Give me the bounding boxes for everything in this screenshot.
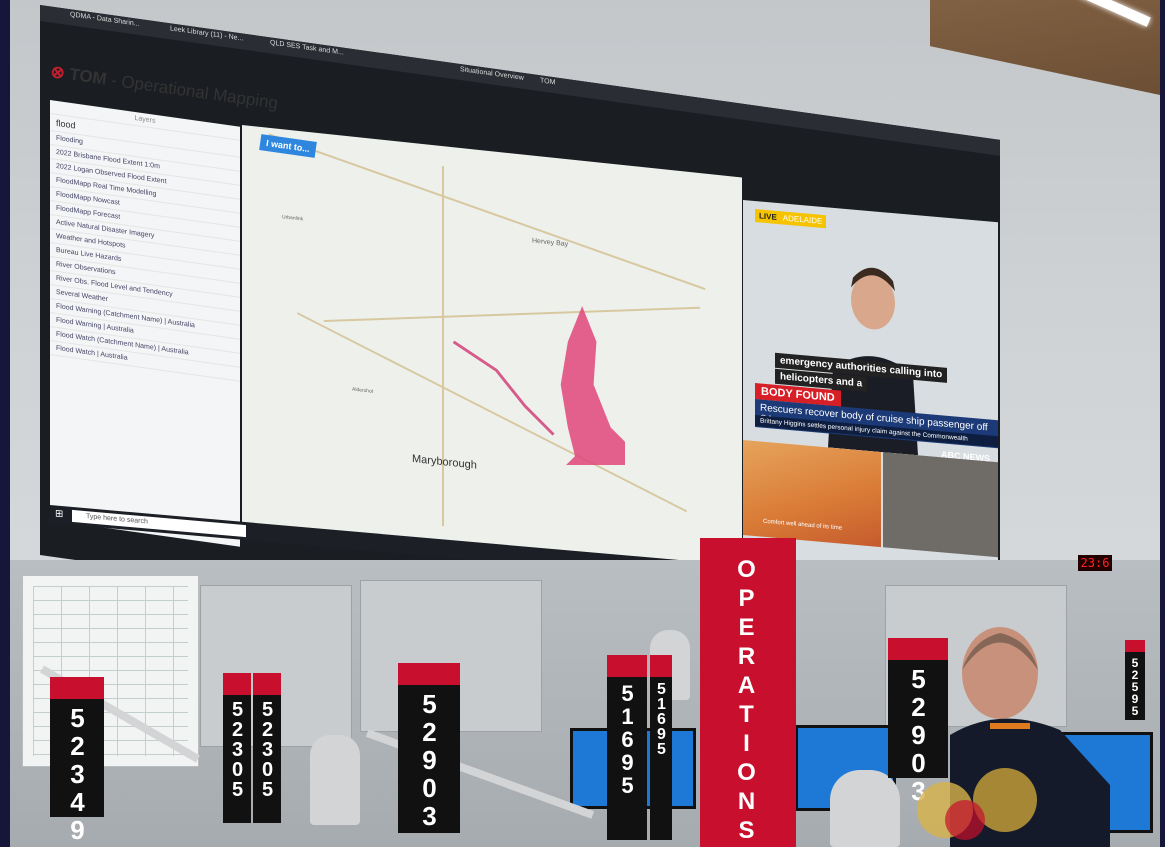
location-label: ADELAIDE xyxy=(782,213,823,226)
live-badge: LIVE ADELAIDE xyxy=(755,209,827,229)
map-label-urbanlink: Urbanlink xyxy=(282,214,304,223)
advertisement-panel: Comfort well ahead of its time xyxy=(743,440,881,548)
desk-sign: 52595 xyxy=(1125,640,1145,720)
desk-sign: 51695 xyxy=(650,655,672,840)
photo: Hervey Bay Maryborough Aldershot Urbanli… xyxy=(10,0,1160,847)
tom-logo-icon: ⊗ xyxy=(49,62,67,83)
app-title-prefix: TOM xyxy=(68,64,108,89)
desk-lamp xyxy=(830,770,900,847)
desk-sign-number: 51695 xyxy=(615,681,640,796)
browser-tab[interactable]: TOM xyxy=(540,77,555,86)
advertisement-image xyxy=(883,452,998,558)
desk-sign: 52903 xyxy=(888,638,948,804)
layers-panel: Layers flood Flooding 2022 Brisbane Floo… xyxy=(50,100,240,547)
operations-sign: OPERATIONS xyxy=(700,538,796,847)
live-label: LIVE xyxy=(759,211,777,222)
desk-sign: 52903 xyxy=(398,663,460,833)
windows-start-icon[interactable]: ⊞ xyxy=(55,508,63,520)
desk-sign: 52305 xyxy=(253,673,281,823)
operations-sign-text: OPERATIONS xyxy=(733,556,760,846)
desk-sign-number: 52595 xyxy=(1128,656,1142,716)
digital-clock: 23:6 xyxy=(1078,555,1112,571)
desk-sign: 51695 xyxy=(607,655,647,840)
ad-text: Comfort well ahead of its time xyxy=(763,518,843,532)
desk-sign-number: 52349 xyxy=(62,703,93,843)
desk-sign: 52349 xyxy=(50,677,104,843)
map-label-aldershot: Aldershot xyxy=(352,386,374,395)
desk-lamp xyxy=(310,735,360,825)
flood-extent-overlay xyxy=(452,306,625,465)
desk-sign: 52305 xyxy=(223,673,251,823)
desk-sign-number: 51695 xyxy=(653,681,670,756)
desk-sign-number: 52903 xyxy=(414,689,445,829)
news-broadcast-panel: LIVE ADELAIDE emergency authorities calli… xyxy=(743,200,998,588)
desk-sign-number: 52305 xyxy=(226,699,249,799)
christmas-tinsel xyxy=(917,768,1037,840)
desk-sign-number: 52305 xyxy=(256,699,279,799)
